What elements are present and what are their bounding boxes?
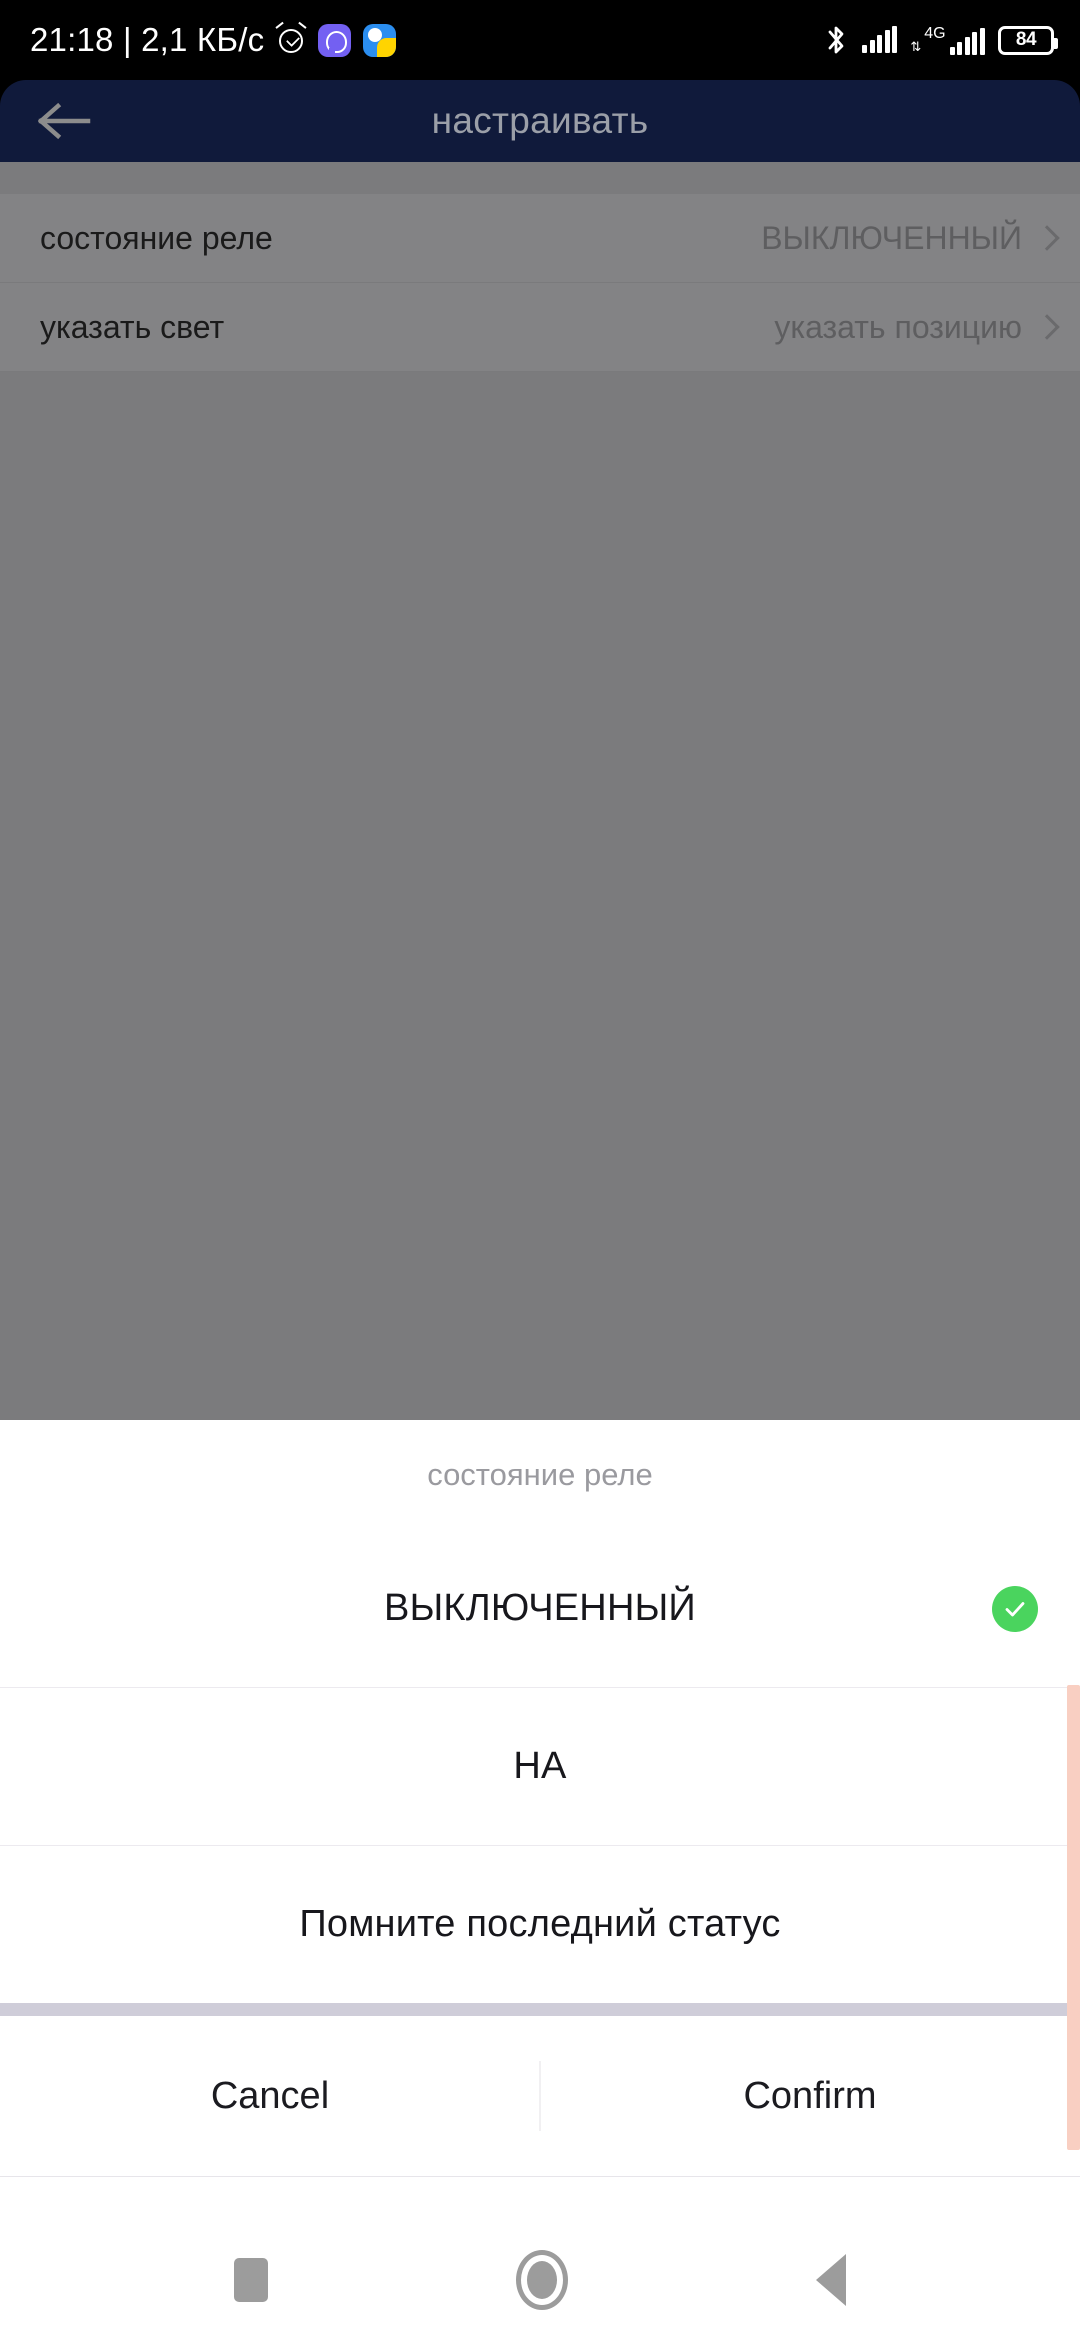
back-button[interactable] bbox=[30, 86, 100, 156]
signal-bars-icon bbox=[862, 26, 898, 53]
square-recents-icon[interactable] bbox=[234, 2258, 268, 2302]
battery-icon: 84 bbox=[998, 25, 1058, 55]
row-divider bbox=[0, 371, 1080, 372]
sheet-actions: Cancel Confirm bbox=[0, 2016, 1080, 2176]
settings-row-indicator-light[interactable]: указать свет указать позицию bbox=[0, 283, 1080, 371]
chevron-right-icon bbox=[1036, 223, 1054, 253]
triangle-back-icon[interactable] bbox=[816, 2254, 846, 2306]
option-list: ВЫКЛЮЧЕННЫЙ НА Помните последний статус bbox=[0, 1530, 1080, 2150]
app-bar: настраивать bbox=[0, 80, 1080, 162]
android-nav-bar bbox=[0, 2220, 1080, 2340]
cancel-button[interactable]: Cancel bbox=[0, 2075, 540, 2118]
list-top-gap bbox=[0, 162, 1080, 194]
confirm-button[interactable]: Confirm bbox=[540, 2075, 1080, 2118]
status-bar-left: 21:18 | 2,1 КБ/с bbox=[30, 21, 397, 59]
bottom-sheet-title: состояние реле bbox=[427, 1457, 653, 1492]
battery-level-label: 84 bbox=[1015, 29, 1037, 50]
option-label: НА bbox=[513, 1745, 567, 1787]
data-arrows-icon: ⇅ bbox=[910, 38, 921, 54]
viber-icon bbox=[318, 23, 352, 57]
phone-screen: 21:18 | 2,1 КБ/с ⇅ 4G 84 настраивать сос… bbox=[0, 0, 1080, 2340]
signal-bars-icon-2: ⇅ 4G bbox=[910, 24, 985, 55]
sheet-bottom-line bbox=[0, 2176, 1080, 2177]
option-item-off[interactable]: ВЫКЛЮЧЕННЫЙ bbox=[0, 1530, 1080, 1687]
status-bar: 21:18 | 2,1 КБ/с ⇅ 4G 84 bbox=[0, 0, 1080, 80]
settings-row-value: указать позицию bbox=[774, 308, 1022, 345]
settings-row-right: ВЫКЛЮЧЕННЫЙ bbox=[761, 220, 1054, 257]
diia-icon bbox=[363, 23, 397, 57]
status-clock: 21:18 | 2,1 КБ/с bbox=[30, 21, 265, 58]
chevron-right-icon bbox=[1036, 312, 1054, 342]
bluetooth-icon bbox=[823, 24, 849, 56]
network-type-label: 4G bbox=[924, 24, 946, 42]
settings-row-label: указать свет bbox=[40, 308, 225, 345]
settings-row-relay-state[interactable]: состояние реле ВЫКЛЮЧЕННЫЙ bbox=[0, 194, 1080, 282]
back-arrow-icon bbox=[38, 102, 91, 140]
status-bar-right: ⇅ 4G 84 bbox=[823, 24, 1058, 56]
bottom-sheet: состояние реле ВЫКЛЮЧЕННЫЙ НА Помните по… bbox=[0, 1420, 1080, 2220]
option-label: ВЫКЛЮЧЕННЫЙ bbox=[384, 1587, 696, 1629]
check-circle-icon bbox=[992, 1585, 1038, 1632]
settings-row-label: состояние реле bbox=[40, 219, 273, 256]
page-title: настраивать bbox=[431, 100, 649, 141]
settings-row-right: указать позицию bbox=[774, 309, 1054, 346]
sheet-section-divider bbox=[0, 2003, 1080, 2016]
option-item-remember-last[interactable]: Помните последний статус bbox=[0, 1846, 1080, 2003]
action-divider bbox=[539, 2061, 541, 2131]
option-label: Помните последний статус bbox=[299, 1903, 781, 1945]
settings-row-value: ВЫКЛЮЧЕННЫЙ bbox=[761, 219, 1022, 256]
circle-home-icon[interactable] bbox=[516, 2250, 568, 2310]
settings-content-dimmed: состояние реле ВЫКЛЮЧЕННЫЙ указать свет … bbox=[0, 162, 1080, 1420]
alarm-icon bbox=[275, 21, 307, 55]
option-item-on[interactable]: НА bbox=[0, 1688, 1080, 1845]
